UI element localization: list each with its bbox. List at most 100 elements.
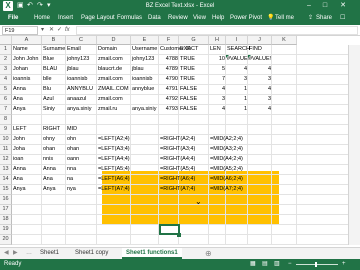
cell[interactable]: nnis	[42, 155, 66, 164]
cell[interactable]: ioannisb	[66, 75, 97, 84]
cell[interactable]: 1	[226, 85, 248, 94]
cell[interactable]: johny123	[66, 55, 97, 64]
cell[interactable]: zmail.com	[97, 55, 131, 64]
tab-power-pivot[interactable]: Power Pivot	[230, 14, 262, 23]
cell[interactable]: Ana	[12, 95, 42, 104]
cell[interactable]: 3	[226, 75, 248, 84]
zoom-in-icon[interactable]: +	[342, 259, 346, 270]
cell[interactable]: Anya	[12, 185, 42, 194]
cell[interactable]: annyblue	[131, 85, 159, 94]
cell[interactable]: 1	[226, 105, 248, 114]
tab-review[interactable]: Review	[168, 14, 188, 23]
zoom-slider-thumb[interactable]	[315, 262, 317, 267]
cell[interactable]: =RIGHT(A2;4)	[159, 135, 209, 144]
cell[interactable]: 3	[248, 75, 272, 84]
tab-data[interactable]: Data	[148, 14, 161, 23]
row-header[interactable]: 17	[0, 205, 12, 215]
column-header[interactable]: F	[159, 36, 179, 45]
row-header[interactable]: 12	[0, 155, 12, 165]
cell[interactable]: Anna	[42, 165, 66, 174]
cell[interactable]: jblau	[131, 65, 159, 74]
cell[interactable]: Anya	[12, 105, 42, 114]
row-header[interactable]: 10	[0, 135, 12, 145]
cell[interactable]: =LEFT(A5;4)	[97, 165, 159, 174]
cell[interactable]: John John	[12, 55, 42, 64]
cell[interactable]: =MID(A6;2;4)	[209, 175, 272, 184]
cell[interactable]: =MID(A2;2;4)	[209, 135, 272, 144]
cell[interactable]: Azul	[42, 95, 66, 104]
add-sheet-icon[interactable]: ⊕	[205, 248, 212, 259]
sheet-tab-sheet1[interactable]: Sheet1	[36, 248, 63, 259]
cell[interactable]: 5	[209, 65, 226, 74]
error-indicator-icon[interactable]	[248, 55, 251, 58]
cell[interactable]: =RIGHT(A7;4)	[159, 185, 209, 194]
cell[interactable]: ANNYBLU	[66, 85, 97, 94]
cell[interactable]: =MID(A3;2;4)	[209, 145, 272, 154]
tab-insert[interactable]: Insert	[58, 14, 73, 23]
cell[interactable]: Customer ID	[159, 45, 191, 54]
insert-function-icon[interactable]: fx	[65, 26, 70, 35]
cell[interactable]: Siniy	[42, 105, 66, 114]
cell[interactable]: Anya	[42, 185, 66, 194]
cell[interactable]: FALSE	[179, 105, 209, 114]
cell[interactable]: LEN	[209, 45, 226, 54]
row-header[interactable]: 7	[0, 105, 12, 115]
sheet-tab-sheet1-copy[interactable]: Sheet1 copy	[71, 248, 112, 259]
cell[interactable]: Username	[131, 45, 159, 54]
cell[interactable]: na	[66, 175, 97, 184]
cell[interactable]: 4788	[159, 55, 179, 64]
row-header[interactable]: 3	[0, 65, 12, 75]
cell[interactable]: anya.siniy	[66, 105, 97, 114]
cell[interactable]: Domain	[97, 45, 131, 54]
cell[interactable]: ohny	[42, 135, 66, 144]
enter-icon[interactable]: ✓	[57, 26, 62, 35]
comments-icon[interactable]: ☐	[340, 14, 345, 23]
cell[interactable]: 3	[209, 95, 226, 104]
column-header[interactable]: K	[272, 36, 297, 45]
cell[interactable]: Joha	[12, 145, 42, 154]
column-header[interactable]: B	[42, 36, 66, 45]
cell[interactable]: 7	[209, 75, 226, 84]
cell[interactable]: #VALUE!	[248, 55, 272, 64]
row-header[interactable]: 16	[0, 195, 12, 205]
share-button[interactable]: Share	[316, 14, 332, 23]
row-header[interactable]: 19	[0, 225, 12, 235]
cell[interactable]: TRUE	[179, 65, 209, 74]
column-header[interactable]: E	[131, 36, 159, 45]
normal-view-icon[interactable]: ▦	[250, 259, 256, 270]
cell[interactable]: FIND	[248, 45, 272, 54]
cell[interactable]: 4	[209, 105, 226, 114]
cell[interactable]: TRUE	[179, 75, 209, 84]
cell[interactable]: MID	[66, 125, 97, 134]
formula-input[interactable]	[76, 26, 358, 35]
tab-home[interactable]: Home	[34, 14, 50, 23]
column-header[interactable]: I	[226, 36, 248, 45]
row-header[interactable]: 4	[0, 75, 12, 85]
tell-me-box[interactable]: Tell me	[275, 14, 294, 23]
cell[interactable]: nya	[66, 185, 97, 194]
cell[interactable]: =MID(A7;2;4)	[209, 185, 272, 194]
cell[interactable]: anaazul	[66, 95, 97, 104]
row-header[interactable]: 6	[0, 95, 12, 105]
zoom-slider[interactable]	[296, 264, 338, 265]
cell[interactable]: 4791	[159, 85, 179, 94]
cell[interactable]: FALSE	[179, 95, 209, 104]
column-header[interactable]: D	[97, 36, 131, 45]
cell[interactable]: =LEFT(A6;4)	[97, 175, 159, 184]
cell[interactable]: =LEFT(A4;4)	[97, 155, 159, 164]
tab-help[interactable]: Help	[212, 14, 224, 23]
cell[interactable]: FALSE	[179, 85, 209, 94]
row-header[interactable]: 18	[0, 215, 12, 225]
cell[interactable]: Blu	[42, 85, 66, 94]
cell[interactable]: #VALUE!	[226, 55, 249, 64]
cell[interactable]: ohan	[42, 145, 66, 154]
column-header[interactable]: J	[248, 36, 272, 45]
cell[interactable]: ohn	[66, 135, 97, 144]
cell[interactable]: Blue	[42, 55, 66, 64]
cell[interactable]: 4	[209, 85, 226, 94]
column-header[interactable]: A	[12, 36, 42, 45]
tab-file[interactable]: File	[8, 14, 18, 23]
cell[interactable]: 4	[248, 65, 272, 74]
cell[interactable]: Surname	[42, 45, 66, 54]
cell[interactable]: =LEFT(A2;4)	[97, 135, 159, 144]
